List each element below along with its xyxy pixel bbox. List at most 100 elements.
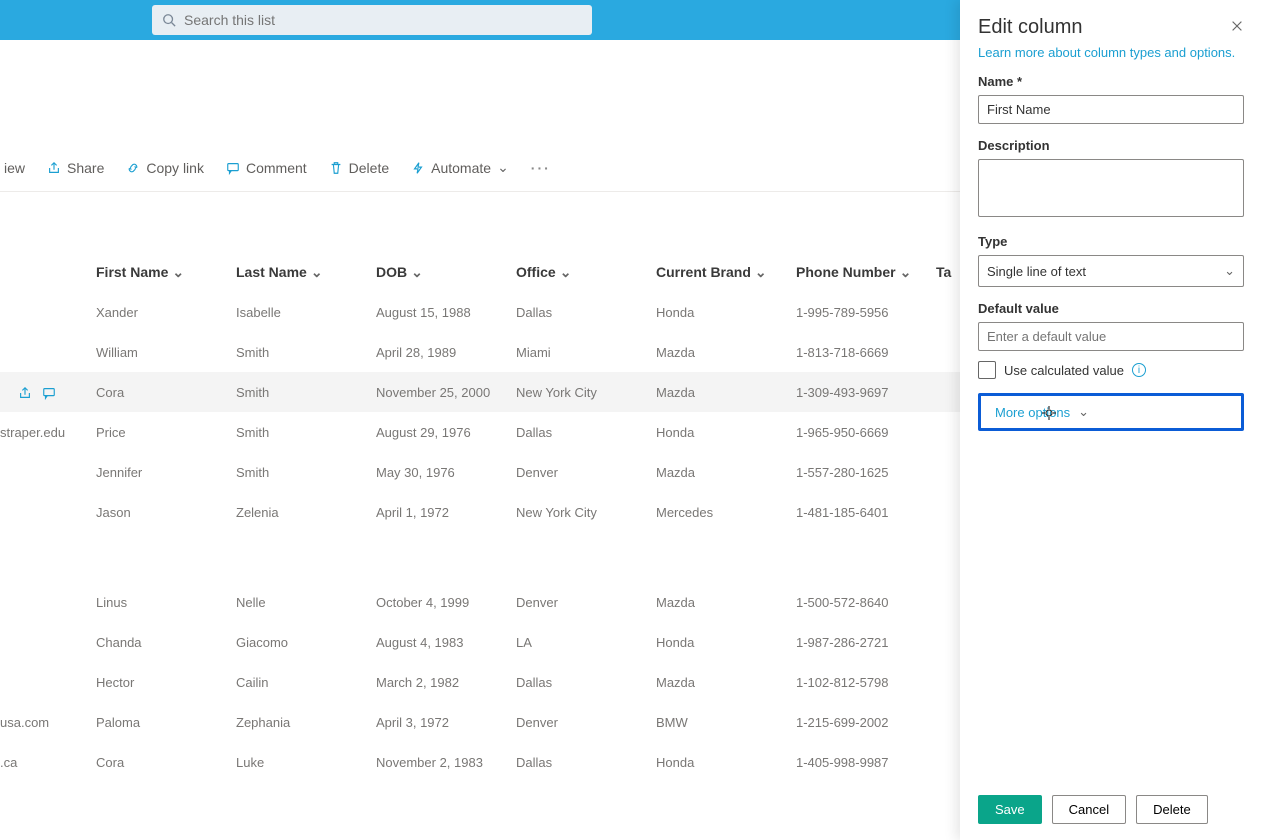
cell-brand: Mazda (656, 465, 796, 480)
cancel-button[interactable]: Cancel (1052, 795, 1126, 824)
cell-first: Price (96, 425, 236, 440)
cell-last: Smith (236, 425, 376, 440)
col-brand[interactable]: Current Brand⌄ (656, 264, 796, 281)
comment-button[interactable]: Comment (226, 160, 307, 176)
cell-dob: October 4, 1999 (376, 595, 516, 610)
cell-dob: November 25, 2000 (376, 385, 516, 400)
cell-office: Denver (516, 465, 656, 480)
panel-title: Edit column (978, 16, 1083, 39)
cell-first: Paloma (96, 715, 236, 730)
cell-phone: 1-500-572-8640 (796, 595, 936, 610)
cell-dob: May 30, 1976 (376, 465, 516, 480)
cell-office: Dallas (516, 425, 656, 440)
cell-dob: April 1, 1972 (376, 505, 516, 520)
cell-first: Chanda (96, 635, 236, 650)
cell-first: Hector (96, 675, 236, 690)
cell-last: Smith (236, 345, 376, 360)
panel-footer: Save Cancel Delete (978, 781, 1244, 840)
chevron-down-icon: ⌄ (311, 264, 323, 281)
cell-office: LA (516, 635, 656, 650)
checkbox-box[interactable] (978, 361, 996, 379)
cell-brand: BMW (656, 715, 796, 730)
cell-brand: Mazda (656, 675, 796, 690)
cell-brand: Mazda (656, 385, 796, 400)
cell-dob: April 3, 1972 (376, 715, 516, 730)
name-input[interactable] (978, 95, 1244, 124)
cell-first: Jennifer (96, 465, 236, 480)
type-select[interactable]: Single line of text ⌄ (978, 255, 1244, 287)
default-label: Default value (978, 301, 1244, 316)
comment-icon (226, 161, 240, 175)
cell-first: Cora (96, 755, 236, 770)
share-icon[interactable] (18, 386, 32, 400)
cell-phone: 1-102-812-5798 (796, 675, 936, 690)
col-first-name[interactable]: First Name⌄ (96, 264, 236, 281)
cell-last: Luke (236, 755, 376, 770)
description-label: Description (978, 138, 1244, 153)
cell-office: New York City (516, 505, 656, 520)
cell-first: Xander (96, 305, 236, 320)
learn-more-link[interactable]: Learn more about column types and option… (978, 45, 1244, 60)
cell-dob: April 28, 1989 (376, 345, 516, 360)
cell-phone: 1-481-185-6401 (796, 505, 936, 520)
cell-phone: 1-557-280-1625 (796, 465, 936, 480)
col-last-name[interactable]: Last Name⌄ (236, 264, 376, 281)
copy-link-button[interactable]: Copy link (126, 160, 204, 176)
search-input[interactable] (184, 12, 582, 28)
cell-phone: 1-987-286-2721 (796, 635, 936, 650)
default-value-input[interactable] (978, 322, 1244, 351)
chevron-down-icon: ⌄ (1078, 404, 1089, 420)
use-calculated-checkbox[interactable]: Use calculated value i (978, 361, 1244, 379)
row-extra: .ca (0, 755, 17, 770)
row-extra: straper.edu (0, 425, 65, 440)
cell-phone: 1-405-998-9987 (796, 755, 936, 770)
description-input[interactable] (978, 159, 1244, 217)
search-icon (162, 13, 176, 27)
cell-dob: August 29, 1976 (376, 425, 516, 440)
cell-phone: 1-995-789-5956 (796, 305, 936, 320)
view-partial[interactable]: iew (4, 160, 25, 176)
chevron-down-icon: ⌄ (411, 264, 423, 281)
chevron-down-icon: ⌄ (900, 264, 912, 281)
comment-icon[interactable] (42, 386, 56, 400)
cell-last: Giacomo (236, 635, 376, 650)
more-actions[interactable]: ··· (531, 160, 551, 176)
trash-icon (329, 161, 343, 175)
save-button[interactable]: Save (978, 795, 1042, 824)
cell-last: Cailin (236, 675, 376, 690)
cell-last: Isabelle (236, 305, 376, 320)
col-dob[interactable]: DOB⌄ (376, 264, 516, 281)
delete-column-button[interactable]: Delete (1136, 795, 1208, 824)
cell-dob: March 2, 1982 (376, 675, 516, 690)
chevron-down-icon: ⌄ (1224, 263, 1235, 279)
cell-last: Nelle (236, 595, 376, 610)
row-extra: usa.com (0, 715, 49, 730)
more-options-toggle[interactable]: More options ⌄ (978, 393, 1244, 431)
share-button[interactable]: Share (47, 160, 104, 176)
cell-brand: Honda (656, 635, 796, 650)
info-icon[interactable]: i (1132, 363, 1146, 377)
col-phone[interactable]: Phone Number⌄ (796, 264, 936, 281)
search-box[interactable] (152, 5, 592, 35)
cell-brand: Honda (656, 425, 796, 440)
automate-button[interactable]: Automate ⌄ (411, 159, 509, 176)
cell-brand: Honda (656, 305, 796, 320)
close-icon[interactable] (1230, 19, 1244, 36)
cell-office: Dallas (516, 305, 656, 320)
cell-first: William (96, 345, 236, 360)
cell-office: New York City (516, 385, 656, 400)
delete-button[interactable]: Delete (329, 160, 389, 176)
cell-brand: Mazda (656, 345, 796, 360)
cursor-icon (1041, 405, 1057, 421)
share-icon (47, 161, 61, 175)
cell-first: Jason (96, 505, 236, 520)
cell-last: Zephania (236, 715, 376, 730)
cell-first: Cora (96, 385, 236, 400)
cell-last: Zelenia (236, 505, 376, 520)
cell-phone: 1-215-699-2002 (796, 715, 936, 730)
automate-icon (411, 161, 425, 175)
col-office[interactable]: Office⌄ (516, 264, 656, 281)
cell-last: Smith (236, 385, 376, 400)
cell-office: Dallas (516, 755, 656, 770)
cell-phone: 1-965-950-6669 (796, 425, 936, 440)
